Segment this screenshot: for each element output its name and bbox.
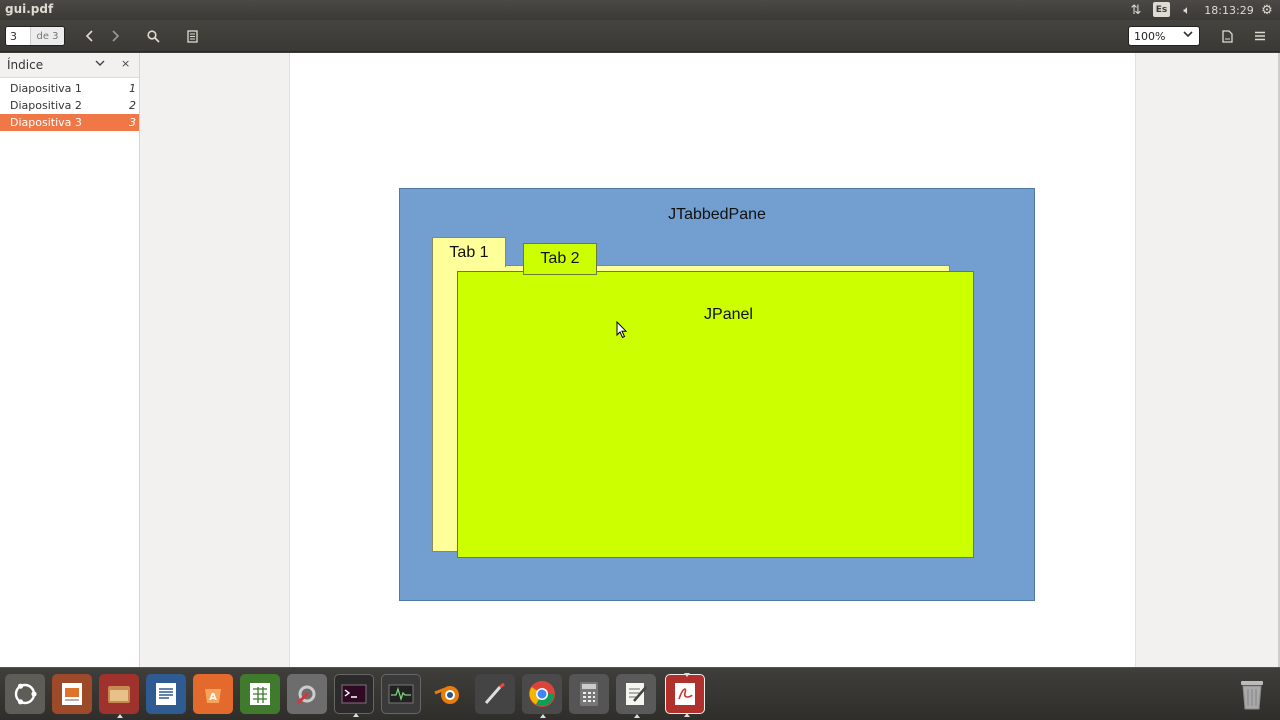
jtabbedpane-box: JTabbedPane Tab 1 JPanel Tab 2 xyxy=(399,188,1035,601)
hamburger-menu-icon xyxy=(1255,31,1265,41)
running-indicator xyxy=(684,673,690,677)
ubuntu-dash-icon[interactable] xyxy=(5,674,45,714)
outline-list: Diapositiva 1 1 Diapositiva 2 2 Diaposit… xyxy=(0,78,139,131)
menu-button[interactable] xyxy=(1250,27,1270,45)
document-properties-button[interactable] xyxy=(1217,27,1237,45)
transfer-arrows-icon[interactable]: ⇅ xyxy=(1128,2,1144,18)
drawing-tool-icon[interactable] xyxy=(475,674,515,714)
tab2-label-box: Tab 2 xyxy=(523,243,597,275)
document-viewer[interactable]: JTabbedPane Tab 1 JPanel Tab 2 xyxy=(140,53,1280,667)
writer-icon[interactable] xyxy=(146,674,186,714)
impress-icon[interactable] xyxy=(52,674,92,714)
outline-item-page: 3 xyxy=(129,116,136,129)
running-indicator xyxy=(634,714,640,718)
tab1-label-box: Tab 1 xyxy=(432,237,506,267)
sidebar-header: Índice × xyxy=(0,53,139,78)
viewer-toolbar: de 3 100% xyxy=(0,20,1280,52)
previous-page-button[interactable] xyxy=(80,27,100,45)
chevron-left-icon xyxy=(85,30,93,42)
window-title: gui.pdf xyxy=(5,2,54,16)
mouse-pointer-icon xyxy=(616,321,628,339)
system-settings-icon[interactable] xyxy=(287,674,327,714)
chevron-right-icon xyxy=(112,30,120,42)
outline-item-selected[interactable]: Diapositiva 3 3 xyxy=(0,114,139,131)
zoom-select[interactable]: 100% xyxy=(1128,26,1200,46)
sidebar-title: Índice xyxy=(7,58,44,72)
chevron-down-icon[interactable] xyxy=(95,57,105,70)
search-button[interactable] xyxy=(143,27,163,45)
jpanel-box: JPanel xyxy=(457,271,974,558)
tab1-label: Tab 1 xyxy=(449,243,489,261)
page-count-label: de 3 xyxy=(30,27,64,45)
running-indicator xyxy=(684,713,690,717)
sidebar: Índice × Diapositiva 1 1 Diapositiva 2 2… xyxy=(0,53,140,667)
tab2-label: Tab 2 xyxy=(540,250,580,267)
outline-item[interactable]: Diapositiva 2 2 xyxy=(0,97,139,114)
page-number-input[interactable] xyxy=(6,27,30,45)
top-panel: gui.pdf ⇅ Es 🔈︎ 18:13:29 ⚙ xyxy=(0,0,1280,20)
outline-item-label: Diapositiva 2 xyxy=(10,99,82,112)
launcher-dock: A xyxy=(0,667,1280,720)
chrome-icon[interactable] xyxy=(522,674,562,718)
search-icon xyxy=(146,29,160,43)
calculator-icon[interactable] xyxy=(569,674,609,714)
page-selector: de 3 xyxy=(5,26,65,46)
outline-item-page: 1 xyxy=(129,82,136,95)
text-editor-icon[interactable] xyxy=(616,674,656,718)
outline-item-page: 2 xyxy=(129,99,136,112)
running-indicator xyxy=(353,713,359,717)
pdf-page: JTabbedPane Tab 1 JPanel Tab 2 xyxy=(289,53,1136,667)
calc-icon[interactable] xyxy=(240,674,280,714)
outline-item[interactable]: Diapositiva 1 1 xyxy=(0,80,139,97)
file-manager-icon[interactable] xyxy=(99,674,139,718)
blender-icon[interactable] xyxy=(428,674,468,714)
outline-item-label: Diapositiva 1 xyxy=(10,82,82,95)
trash-icon[interactable] xyxy=(1232,674,1272,714)
pdf-viewer-icon[interactable] xyxy=(665,673,705,717)
keyboard-layout-indicator[interactable]: Es xyxy=(1153,2,1170,17)
chevron-down-icon xyxy=(1183,28,1193,41)
running-indicator xyxy=(540,714,546,718)
jpanel-label: JPanel xyxy=(704,306,753,323)
clock[interactable]: 18:13:29 xyxy=(1204,2,1253,18)
system-monitor-icon[interactable] xyxy=(381,674,421,714)
jtabbedpane-label: JTabbedPane xyxy=(668,206,766,223)
gear-icon[interactable]: ⚙ xyxy=(1258,2,1276,18)
software-center-icon[interactable]: A xyxy=(193,674,233,714)
outline-item-label: Diapositiva 3 xyxy=(10,116,82,129)
close-icon[interactable]: × xyxy=(121,57,130,70)
speaker-icon[interactable]: 🔈︎ xyxy=(1178,2,1196,18)
zoom-value: 100% xyxy=(1134,29,1166,43)
svg-text:A: A xyxy=(209,692,217,703)
terminal-icon[interactable] xyxy=(334,674,374,717)
annotations-button[interactable] xyxy=(182,27,202,45)
running-indicator xyxy=(117,714,123,718)
annotations-icon xyxy=(186,29,198,43)
next-page-button[interactable] xyxy=(105,27,125,45)
document-properties-icon xyxy=(1221,29,1233,43)
